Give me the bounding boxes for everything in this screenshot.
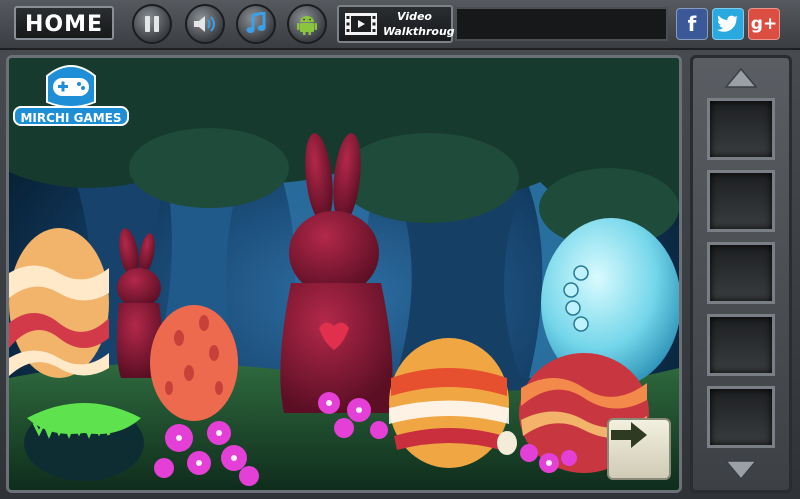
speaker-icon [194, 16, 215, 32]
gamepad-icon [46, 65, 96, 108]
facebook-button[interactable]: f [676, 8, 708, 40]
game-scene: MIRCHI GAMES [6, 55, 682, 493]
google-plus-icon: g+ [750, 14, 778, 34]
pause-icon [145, 16, 159, 32]
video-label-line2: Walkthrough [383, 25, 463, 38]
android-button[interactable] [287, 4, 327, 44]
message-bar [455, 7, 668, 41]
home-button[interactable]: HOME [14, 6, 114, 40]
spotted-egg [150, 305, 238, 421]
arrow-right-icon [611, 422, 647, 448]
facebook-icon: f [687, 12, 697, 36]
video-walkthrough-button[interactable]: Video Walkthrough [337, 5, 463, 43]
game-stage: HOME Video Walkthrough f g+ MIRCHI GAMES [0, 0, 800, 499]
music-note-icon [246, 12, 266, 33]
arrow-down-icon [724, 460, 758, 481]
inventory-panel [690, 55, 792, 493]
small-white-egg [497, 431, 517, 455]
arrow-up-icon [724, 67, 758, 88]
next-scene-button[interactable] [607, 418, 671, 480]
google-plus-button[interactable]: g+ [748, 8, 780, 40]
green-cauldron [24, 403, 144, 481]
music-button[interactable] [236, 4, 276, 44]
orange-patterned-egg [389, 338, 509, 468]
logo-text: MIRCHI GAMES [13, 106, 129, 126]
striped-egg-left [9, 228, 109, 378]
film-icon [345, 13, 377, 35]
twitter-icon [717, 15, 739, 32]
inventory-slot[interactable] [707, 170, 775, 232]
inventory-slot[interactable] [707, 386, 775, 448]
inventory-slot[interactable] [707, 314, 775, 376]
mirchi-games-logo[interactable]: MIRCHI GAMES [13, 62, 129, 138]
inventory-slot[interactable] [707, 98, 775, 160]
pause-button[interactable] [132, 4, 172, 44]
sound-button[interactable] [185, 4, 225, 44]
inventory-scroll-down[interactable] [707, 456, 775, 484]
twitter-button[interactable] [712, 8, 744, 40]
top-toolbar: HOME Video Walkthrough f g+ [0, 0, 800, 50]
android-icon [297, 16, 317, 35]
inventory-slot[interactable] [707, 242, 775, 304]
inventory-scroll-up[interactable] [707, 64, 775, 92]
video-label-line1: Video [397, 10, 432, 23]
